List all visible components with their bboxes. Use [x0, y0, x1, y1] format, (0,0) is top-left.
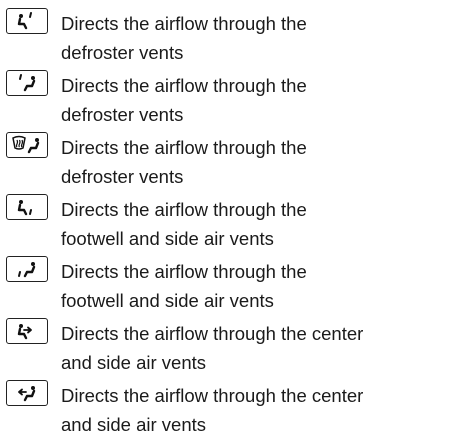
footwell-right-button[interactable]: [6, 256, 48, 282]
footwell-left-button[interactable]: [6, 194, 48, 220]
description-line-1: Directs the airflow through the: [61, 137, 307, 158]
description-line-1: Directs the airflow through the: [61, 199, 307, 220]
list-item: Directs the airflow through the footwell…: [6, 194, 454, 256]
list-item: Directs the airflow through the center a…: [6, 380, 454, 442]
description-line-2: defroster vents: [61, 166, 184, 187]
defrost-windshield-right-icon: [19, 74, 36, 92]
defrost-windshield-left-icon: [17, 12, 32, 30]
center-vents-right-icon: [18, 386, 36, 402]
description-line-1: Directs the airflow through the: [61, 261, 307, 282]
list-item: Directs the airflow through the defroste…: [6, 8, 454, 70]
list-item: Directs the airflow through the footwell…: [6, 256, 454, 318]
item-description: Directs the airflow through the defroste…: [61, 9, 454, 67]
description-line-2: defroster vents: [61, 104, 184, 125]
item-description: Directs the airflow through the footwell…: [61, 195, 454, 253]
list-item: Directs the airflow through the defroste…: [6, 70, 454, 132]
description-line-2: and side air vents: [61, 352, 207, 373]
center-vents-left-icon: [17, 324, 32, 340]
list-item: Directs the airflow through the center a…: [6, 318, 454, 380]
center-vents-left-button[interactable]: [6, 318, 48, 344]
defrost-windshield-left-button[interactable]: [6, 8, 48, 34]
item-description: Directs the airflow through the defroste…: [61, 71, 454, 129]
item-description: Directs the airflow through the center a…: [61, 381, 454, 439]
defrost-windshield-right-button[interactable]: [6, 70, 48, 96]
item-description: Directs the airflow through the defroste…: [61, 133, 454, 191]
airflow-button-list: Directs the airflow through the defroste…: [6, 8, 454, 442]
description-line-2: and side air vents: [61, 414, 207, 435]
item-description: Directs the airflow through the footwell…: [61, 257, 454, 315]
footwell-left-icon: [17, 200, 32, 216]
footwell-right-icon: [18, 262, 36, 278]
defrost-windshield-heat-button[interactable]: [6, 132, 48, 158]
description-line-1: Directs the airflow through the center: [61, 385, 364, 406]
center-vents-right-button[interactable]: [6, 380, 48, 406]
item-description: Directs the airflow through the center a…: [61, 319, 454, 377]
description-line-1: Directs the airflow through the: [61, 13, 307, 34]
description-line-1: Directs the airflow through the: [61, 75, 307, 96]
description-line-1: Directs the airflow through the center: [61, 323, 364, 344]
defrost-windshield-heat-icon: [12, 135, 40, 154]
description-line-2: footwell and side air vents: [61, 228, 274, 249]
list-item: Directs the airflow through the defroste…: [6, 132, 454, 194]
description-line-2: defroster vents: [61, 42, 184, 63]
description-line-2: footwell and side air vents: [61, 290, 274, 311]
